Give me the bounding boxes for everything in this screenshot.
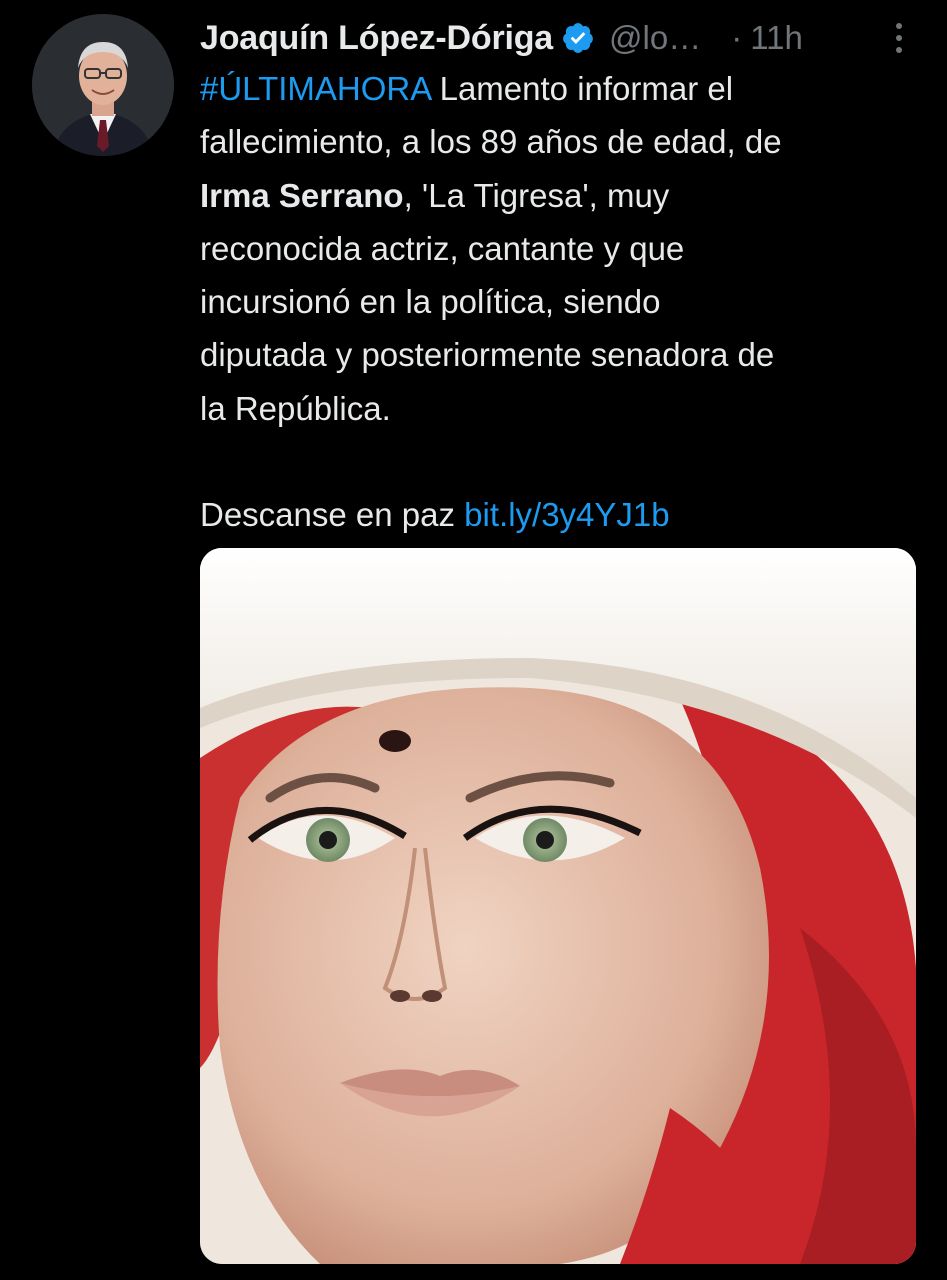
hashtag-link[interactable]: #ÚLTIMAHORA [200, 70, 430, 107]
text-line: Descanse en paz bit.ly/3y4YJ1b [200, 488, 920, 541]
text-line: reconocida actriz, cantante y que [200, 229, 685, 267]
tweet-header: Joaquín López-Dóriga @lo… · 11h [200, 14, 920, 62]
author-name[interactable]: Joaquín López-Dóriga [200, 19, 553, 58]
more-options-icon[interactable] [884, 16, 914, 60]
bold-name: Irma Serrano [200, 176, 404, 214]
text-fragment: Lamento informar el [430, 70, 734, 107]
author-avatar[interactable] [32, 14, 174, 156]
avatar-image [32, 14, 174, 156]
tweet-text: #ÚLTIMAHORA Lamento informar el fallecim… [200, 62, 920, 542]
text-line: diputada y posteriormente senadora de [200, 336, 775, 374]
text-line: incursionó en la política, siendo [200, 283, 661, 321]
text-line: #ÚLTIMAHORA Lamento informar el [200, 62, 920, 115]
tweet-photo[interactable] [200, 548, 916, 1264]
tweet[interactable]: Joaquín López-Dóriga @lo… · 11h #ÚLTIMAH… [0, 0, 947, 1280]
text-fragment: Descanse en paz [200, 496, 465, 534]
url-link[interactable]: bit.ly/3y4YJ1b [464, 496, 669, 533]
separator-dot: · [731, 19, 743, 56]
timestamp[interactable]: 11h [750, 19, 803, 57]
text-line: fallecimiento, a los 89 años de edad, de [200, 123, 782, 161]
text-line: la República. [200, 389, 391, 427]
text-line: Irma Serrano, 'La Tigresa', muy [200, 169, 920, 222]
verified-badge-icon [563, 23, 593, 53]
author-handle[interactable]: @lo… [609, 19, 701, 57]
text-fragment: , 'La Tigresa', muy [403, 176, 670, 214]
portrait-image [200, 548, 916, 1264]
